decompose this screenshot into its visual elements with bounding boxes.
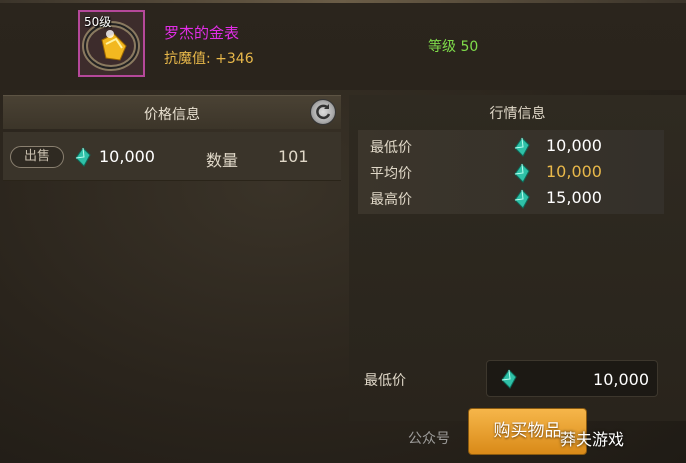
watermark-right: 莽夫游戏 [560, 430, 625, 449]
refresh-icon [316, 104, 331, 120]
listing-price: 10,000 [99, 147, 155, 166]
item-level-badge: 50级 [84, 15, 112, 29]
gem-icon [514, 189, 530, 209]
watermark-left: 公众号 [408, 431, 450, 447]
listing-row[interactable]: 出售 10,000 数量 101 [3, 132, 341, 181]
purchase-price-field: 10,000 [486, 360, 658, 397]
gem-icon [514, 163, 530, 183]
max-price-label: 最高价 [370, 192, 412, 208]
quantity-label: 数量 [206, 151, 239, 170]
item-slot[interactable]: 50级 [78, 10, 145, 77]
gem-icon [75, 147, 91, 167]
min-price-value: 10,000 [546, 136, 602, 155]
min-price-label: 最低价 [370, 140, 412, 156]
max-price-value: 15,000 [546, 188, 602, 207]
market-title: 行情信息 [489, 106, 546, 122]
avg-price-label: 平均价 [370, 166, 412, 182]
item-name: 罗杰的金表 [164, 24, 240, 42]
item-stat: 抗魔值: +346 [164, 51, 254, 67]
gem-icon [514, 137, 530, 157]
purchase-min-price-label: 最低价 [364, 373, 406, 389]
item-grade: 等级 50 [428, 39, 479, 55]
refresh-button[interactable] [310, 99, 336, 125]
gem-icon [501, 369, 517, 389]
top-divider [0, 0, 686, 3]
purchase-price: 10,000 [593, 370, 649, 389]
sell-badge: 出售 [10, 146, 64, 168]
price-info-title: 价格信息 [144, 107, 200, 123]
market-header: 行情信息 [349, 95, 686, 128]
avg-price-value: 10,000 [546, 162, 602, 181]
quantity-value: 101 [278, 147, 309, 166]
price-info-header: 价格信息 [3, 95, 341, 129]
